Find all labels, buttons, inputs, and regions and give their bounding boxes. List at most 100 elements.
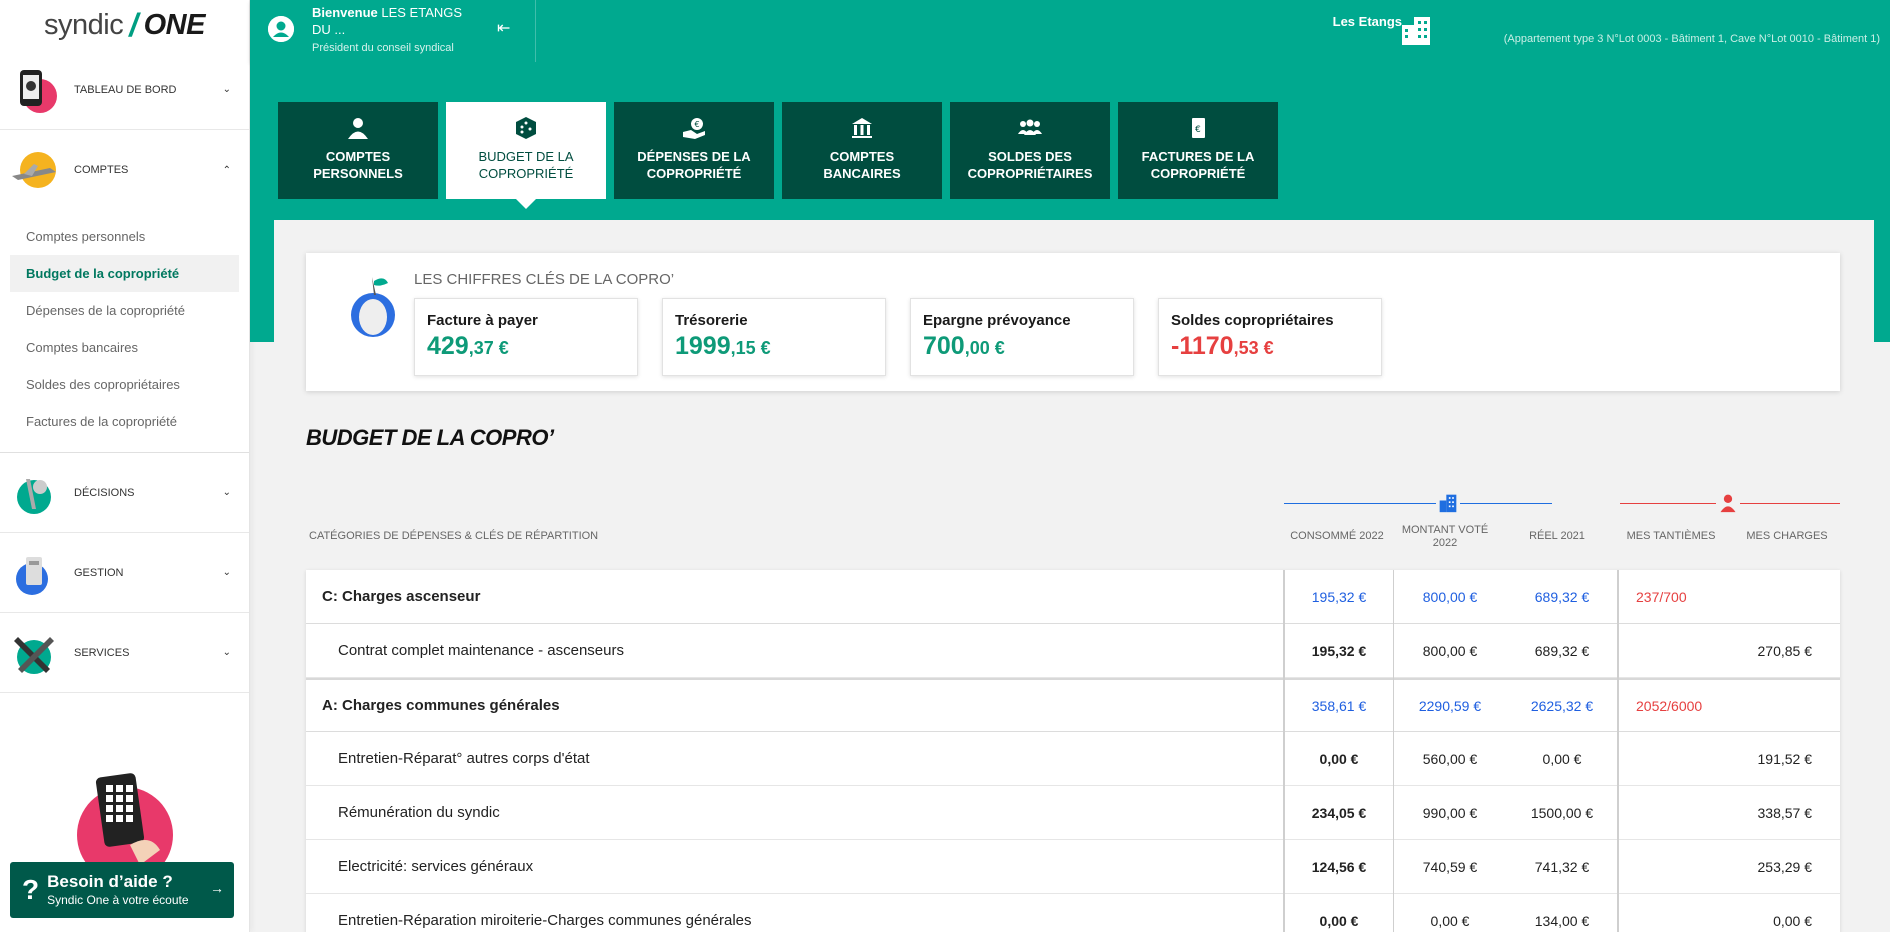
nav-group-tableau-de-bord[interactable]: TABLEAU DE BORD ⌄ <box>0 50 249 130</box>
cell-tantiemes <box>1618 624 1730 677</box>
logo-text-one: ONE <box>143 8 206 41</box>
kpi-dec: ,53 € <box>1233 338 1274 358</box>
bank-icon <box>852 118 872 138</box>
col-header-category: CATÉGORIES DE DÉPENSES & CLÉS DE RÉPARTI… <box>309 530 599 542</box>
user-icon <box>348 118 368 139</box>
tab-label-line2: COPROPRIÉTÉ <box>478 166 574 181</box>
col-header-real[interactable]: RÉEL 2021 <box>1506 530 1608 543</box>
nav-group-services[interactable]: SERVICES ⌄ <box>0 613 249 693</box>
tab-label-line2: COPROPRIÉTÉ <box>1150 166 1246 181</box>
cell-real: 741,32 € <box>1534 858 1590 875</box>
dashboard-phone-icon <box>20 69 57 113</box>
cell-consumed: 0,00 € <box>1319 750 1359 767</box>
table-row-category[interactable]: A: Charges communes générales 358,61 € 2… <box>306 678 1840 732</box>
logo-slash: / <box>129 6 138 43</box>
svg-text:€: € <box>1195 125 1201 135</box>
row-name: Entretien-Réparat° autres corps d'état <box>338 750 590 767</box>
sidebar-item-budget[interactable]: Budget de la copropriété <box>10 255 239 292</box>
cell-tantiemes <box>1618 894 1730 932</box>
chevron-down-icon: ⌄ <box>222 84 231 95</box>
kpi-int: 1999 <box>675 332 731 360</box>
tab-soldes[interactable]: SOLDES DES COPROPRIÉTAIRES <box>950 102 1110 199</box>
cell-voted: 560,00 € <box>1422 750 1478 767</box>
kpi-soldes-coproprietaires[interactable]: Soldes copropriétaires -1170,53 € <box>1158 298 1382 376</box>
nav-group-comptes[interactable]: COMPTES ⌃ <box>0 130 249 210</box>
col-header-tantiemes: MES TANTIÈMES <box>1626 530 1716 542</box>
nav-group-decisions[interactable]: DÉCISIONS ⌄ <box>0 453 249 533</box>
user-role: Président du conseil syndical <box>312 42 454 54</box>
tab-budget[interactable]: BUDGET DE LA COPROPRIÉTÉ <box>446 102 606 209</box>
hand-euro-icon: € <box>683 118 705 139</box>
cell-tantiemes <box>1618 786 1730 839</box>
comptes-plane-icon <box>12 152 56 188</box>
tab-label-line2: COPROPRIÉTAIRES <box>967 166 1093 181</box>
cell-consumed: 195,32 € <box>1311 588 1367 605</box>
tab-label-line1: BUDGET DE LA <box>478 149 574 164</box>
invoice-icon: € <box>1192 118 1205 138</box>
cell-charges: 253,29 € <box>1757 858 1813 875</box>
cell-tantiemes: 2052/6000 <box>1636 697 1703 714</box>
row-name: Entretien-Réparation miroiterie-Charges … <box>338 912 752 929</box>
tab-label-line1: DÉPENSES DE LA <box>637 149 751 164</box>
tab-label-line1: COMPTES <box>325 149 391 164</box>
budget-title: BUDGET DE LA COPRO’ <box>306 425 554 450</box>
kpi-tresorerie[interactable]: Trésorerie 1999,15 € <box>662 298 886 376</box>
kpi-dec: ,00 € <box>964 338 1005 358</box>
nav-group-label: DÉCISIONS <box>74 486 135 499</box>
syndic-one-logo[interactable]: syndic / ONE <box>0 0 249 50</box>
table-row-expense[interactable]: Entretien-Réparation miroiterie-Charges … <box>306 894 1840 932</box>
column-divider <box>1283 570 1285 932</box>
cell-voted: 0,00 € <box>1430 912 1470 929</box>
tab-label-line2: PERSONNELS <box>313 166 403 181</box>
nav-group-label: GESTION <box>74 566 124 579</box>
sidebar-item-soldes[interactable]: Soldes des copropriétaires <box>0 366 249 403</box>
cell-consumed: 124,56 € <box>1311 858 1367 875</box>
user-icon <box>268 16 294 42</box>
sidebar-item-comptes-personnels[interactable]: Comptes personnels <box>0 218 249 255</box>
cell-voted: 800,00 € <box>1422 588 1478 605</box>
kpi-value: 700,00 € <box>923 332 1121 361</box>
column-divider <box>1393 570 1394 932</box>
table-row-expense[interactable]: Rémunération du syndic 234,05 € 990,00 €… <box>306 786 1840 840</box>
sidebar: syndic / ONE TABLEAU DE BORD ⌄ COMPTES ⌃… <box>0 0 250 932</box>
table-row-expense[interactable]: Entretien-Réparat° autres corps d'état 0… <box>306 732 1840 786</box>
topbar: Bienvenue LES ETANGS DU ... Président du… <box>250 0 1890 62</box>
welcome-block: Bienvenue LES ETANGS DU ... Président du… <box>250 0 536 62</box>
svg-text:€: € <box>695 120 700 129</box>
col-header-charges: MES CHARGES <box>1746 530 1828 542</box>
user-icon <box>1716 492 1740 514</box>
key-figures-card: LES CHIFFRES CLÉS DE LA COPRO’ Facture à… <box>306 253 1840 391</box>
tab-label-line2: BANCAIRES <box>823 166 901 181</box>
arrow-right-icon: → <box>210 880 224 896</box>
avatar[interactable] <box>268 16 294 42</box>
nav-group-gestion[interactable]: GESTION ⌄ <box>0 533 249 613</box>
welcome-text: Bienvenue LES ETANGS DU ... <box>312 4 482 38</box>
sidebar-item-factures[interactable]: Factures de la copropriété <box>0 403 249 440</box>
sidebar-item-comptes-bancaires[interactable]: Comptes bancaires <box>0 329 249 366</box>
tab-comptes-personnels[interactable]: COMPTES PERSONNELS <box>278 102 438 199</box>
tab-factures[interactable]: € FACTURES DE LA COPROPRIÉTÉ <box>1118 102 1278 199</box>
kpi-value: -1170,53 € <box>1171 332 1369 361</box>
col-header-consumed[interactable]: CONSOMMÉ 2022 <box>1286 530 1388 543</box>
buildings-icon <box>1402 17 1430 45</box>
cell-real: 2625,32 € <box>1530 697 1594 714</box>
logout-icon[interactable]: ⇤ <box>497 18 510 38</box>
table-row-expense[interactable]: Electricité: services généraux 124,56 € … <box>306 840 1840 894</box>
help-subtitle: Syndic One à votre écoute <box>47 893 189 907</box>
sidebar-item-depenses[interactable]: Dépenses de la copropriété <box>0 292 249 329</box>
table-row-expense[interactable]: Contrat complet maintenance - ascenseurs… <box>306 624 1840 678</box>
cell-voted: 740,59 € <box>1422 858 1478 875</box>
kpi-dec: ,37 € <box>468 338 509 358</box>
tab-depenses[interactable]: € DÉPENSES DE LA COPROPRIÉTÉ <box>614 102 774 199</box>
cell-real: 689,32 € <box>1534 642 1590 659</box>
kpi-int: 700 <box>923 332 965 360</box>
table-row-category[interactable]: C: Charges ascenseur 195,32 € 800,00 € 6… <box>306 570 1840 624</box>
col-header-voted[interactable]: MONTANT VOTÉ 2022 <box>1394 524 1496 550</box>
kpi-facture-a-payer[interactable]: Facture à payer 429,37 € <box>414 298 638 376</box>
kpi-epargne-prevoyance[interactable]: Epargne prévoyance 700,00 € <box>910 298 1134 376</box>
help-button[interactable]: ? Besoin d’aide ? Syndic One à votre éco… <box>10 862 234 918</box>
chevron-down-icon: ⌄ <box>222 647 231 658</box>
tab-comptes-bancaires[interactable]: COMPTES BANCAIRES <box>782 102 942 199</box>
row-name: Contrat complet maintenance - ascenseurs <box>338 642 624 659</box>
chevron-down-icon: ⌄ <box>222 567 231 578</box>
